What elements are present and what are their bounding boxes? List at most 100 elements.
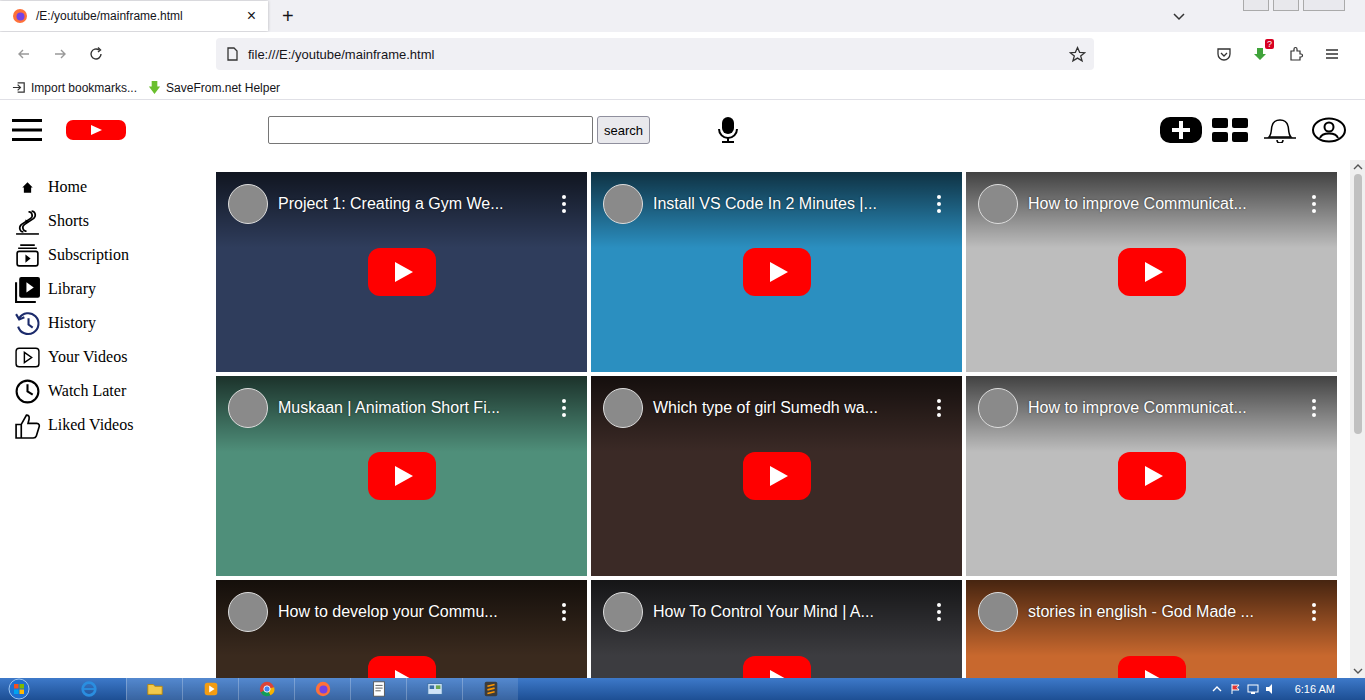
channel-avatar[interactable] [603, 184, 643, 224]
channel-avatar[interactable] [978, 184, 1018, 224]
video-card[interactable]: How to improve Communicat... [966, 172, 1337, 372]
video-title[interactable]: Install VS Code In 2 Minutes |... [653, 195, 926, 213]
more-dots-icon[interactable] [1311, 194, 1317, 214]
more-dots-icon[interactable] [936, 602, 942, 622]
play-button-icon[interactable] [1118, 452, 1186, 500]
more-dots-icon[interactable] [1311, 602, 1317, 622]
video-title[interactable]: Project 1: Creating a Gym We... [278, 195, 551, 213]
channel-avatar[interactable] [603, 388, 643, 428]
scroll-down-arrow-icon[interactable] [1353, 668, 1363, 674]
more-dots-icon[interactable] [561, 602, 567, 622]
clock-time[interactable]: 6:16 AM [1295, 683, 1335, 695]
sidebar-item[interactable]: Subscription [0, 238, 216, 272]
microphone-icon[interactable] [716, 116, 740, 144]
play-button-icon[interactable] [743, 452, 811, 500]
video-card[interactable]: Project 1: Creating a Gym We... [216, 172, 587, 372]
video-card[interactable]: Install VS Code In 2 Minutes |... [591, 172, 962, 372]
channel-avatar[interactable] [228, 592, 268, 632]
more-dots-icon[interactable] [1311, 398, 1317, 418]
chevron-down-icon[interactable] [1171, 8, 1187, 24]
play-button-icon[interactable] [368, 656, 436, 678]
action-center-flag-icon[interactable] [1229, 683, 1241, 695]
sidebar-item[interactable]: History [0, 306, 216, 340]
play-button-icon[interactable] [368, 248, 436, 296]
show-hidden-icons-icon[interactable] [1211, 683, 1223, 695]
internet-explorer-icon[interactable] [80, 680, 98, 698]
taskbar-button[interactable] [350, 678, 406, 700]
pocket-icon[interactable] [1216, 46, 1232, 62]
download-button[interactable]: ? [1252, 46, 1268, 62]
menu-icon[interactable] [1324, 46, 1340, 62]
sidebar-item[interactable]: Shorts [0, 204, 216, 238]
new-tab-button[interactable]: + [282, 5, 294, 28]
video-title[interactable]: Muskaan | Animation Short Fi... [278, 399, 551, 417]
url-bar[interactable]: file:///E:/youtube/mainframe.html [216, 38, 1094, 70]
play-button-icon[interactable] [1118, 656, 1186, 678]
youtube-logo-icon[interactable] [66, 120, 126, 140]
forward-arrow-icon[interactable] [52, 46, 68, 62]
start-button-icon[interactable] [8, 678, 30, 700]
channel-avatar[interactable] [228, 388, 268, 428]
video-title[interactable]: How to develop your Commu... [278, 603, 551, 621]
volume-icon[interactable] [1265, 683, 1277, 695]
video-title[interactable]: How to improve Communicat... [1028, 399, 1301, 417]
system-tray: 6:16 AM [1211, 683, 1365, 695]
video-card[interactable]: How to improve Communicat... [966, 376, 1337, 576]
scrollbar[interactable] [1350, 160, 1365, 678]
network-icon[interactable] [1247, 683, 1259, 695]
restore-button[interactable] [1273, 0, 1299, 11]
channel-avatar[interactable] [228, 184, 268, 224]
search-input[interactable] [268, 116, 593, 144]
video-title[interactable]: How to improve Communicat... [1028, 195, 1301, 213]
video-title[interactable]: How To Control Your Mind | A... [653, 603, 926, 621]
sidebar-item[interactable]: Liked Videos [0, 408, 216, 442]
close-window-button[interactable] [1303, 0, 1345, 11]
play-button-icon[interactable] [743, 656, 811, 678]
channel-avatar[interactable] [978, 592, 1018, 632]
play-button-icon[interactable] [368, 452, 436, 500]
video-card[interactable]: How To Control Your Mind | A... [591, 580, 962, 678]
create-plus-icon[interactable] [1160, 117, 1202, 143]
more-dots-icon[interactable] [561, 398, 567, 418]
video-title[interactable]: Which type of girl Sumedh wa... [653, 399, 926, 417]
search-button[interactable]: search [597, 116, 650, 144]
back-arrow-icon[interactable] [16, 46, 32, 62]
user-account-icon[interactable] [1311, 117, 1347, 143]
taskbar-button[interactable] [126, 678, 182, 700]
sidebar-item[interactable]: Library [0, 272, 216, 306]
taskbar-button[interactable] [182, 678, 238, 700]
video-card[interactable]: Which type of girl Sumedh wa... [591, 376, 962, 576]
extensions-icon[interactable] [1288, 46, 1304, 62]
scrollbar-thumb[interactable] [1354, 174, 1362, 434]
sidebar-item[interactable]: Home [0, 170, 216, 204]
taskbar-button[interactable] [462, 678, 518, 700]
taskbar-button[interactable] [406, 678, 462, 700]
bookmark-item[interactable]: Import bookmarks... [12, 80, 137, 95]
bookmark-item[interactable]: SaveFrom.net Helper [147, 80, 280, 95]
hamburger-icon[interactable] [12, 118, 42, 142]
video-card[interactable]: stories in english - God Made ... [966, 580, 1337, 678]
channel-avatar[interactable] [603, 592, 643, 632]
more-dots-icon[interactable] [561, 194, 567, 214]
more-dots-icon[interactable] [936, 398, 942, 418]
screen: /E:/youtube/mainframe.html× + file:///E:/y… [0, 0, 1365, 700]
minimize-button[interactable] [1243, 0, 1269, 11]
channel-avatar[interactable] [978, 388, 1018, 428]
tab-close-button[interactable]: × [243, 7, 260, 25]
reload-icon[interactable] [88, 46, 104, 62]
video-title[interactable]: stories in english - God Made ... [1028, 603, 1301, 621]
play-button-icon[interactable] [1118, 248, 1186, 296]
play-button-icon[interactable] [743, 248, 811, 296]
taskbar-button[interactable] [294, 678, 350, 700]
video-card[interactable]: Muskaan | Animation Short Fi... [216, 376, 587, 576]
sidebar-item[interactable]: Watch Later [0, 374, 216, 408]
taskbar-button[interactable] [238, 678, 294, 700]
apps-grid-icon[interactable] [1212, 118, 1248, 142]
sidebar-item[interactable]: Your Videos [0, 340, 216, 374]
more-dots-icon[interactable] [936, 194, 942, 214]
browser-tab[interactable]: /E:/youtube/mainframe.html× [0, 1, 268, 31]
scroll-up-arrow-icon[interactable] [1353, 164, 1363, 170]
bell-icon[interactable] [1263, 117, 1297, 143]
star-icon[interactable] [1069, 46, 1086, 63]
video-card[interactable]: How to develop your Commu... [216, 580, 587, 678]
